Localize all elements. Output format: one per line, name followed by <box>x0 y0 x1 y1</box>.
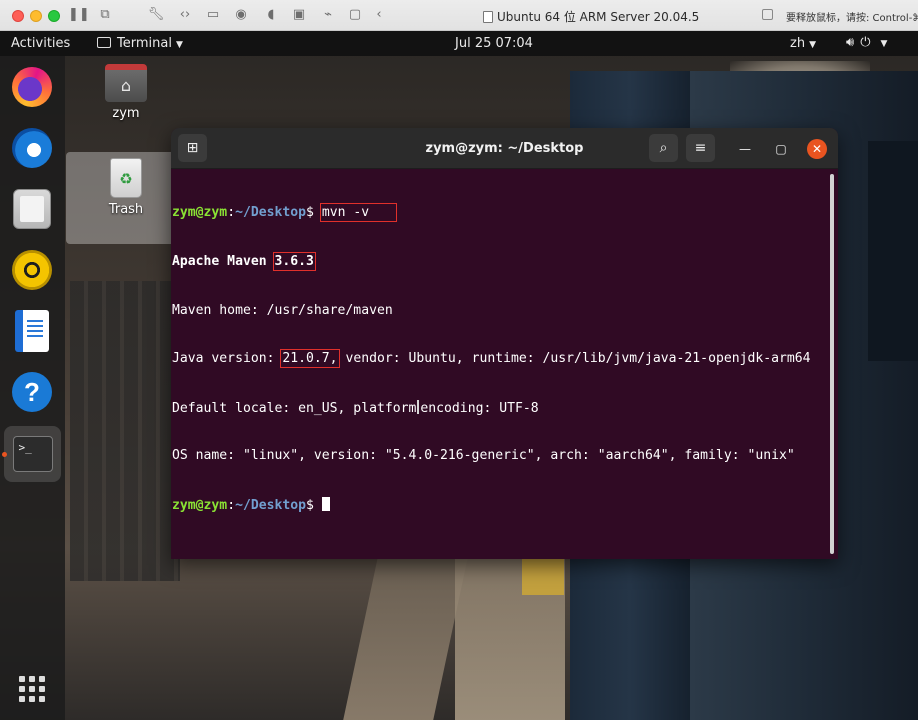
camera-icon[interactable]: ▣ <box>290 7 308 23</box>
help-icon: ? <box>12 372 52 412</box>
desktop-home-folder[interactable]: zym <box>100 64 152 121</box>
wallpaper-detail <box>868 141 918 361</box>
mac-minimize-button[interactable] <box>30 10 42 22</box>
release-mouse-icon <box>762 9 773 20</box>
chevron-down-icon: ▼ <box>880 39 894 49</box>
terminal-line: Apache Maven 3.6.3 <box>172 252 838 271</box>
screen: ❚❚ ⧉ 🔧︎ ‹› ▭ ◉ ◖ ▣ ⌁ ▢ ‹ Ubuntu 64 位 ARM… <box>0 0 918 720</box>
prompt-suffix: $ <box>306 205 322 221</box>
mac-zoom-button[interactable] <box>48 10 60 22</box>
dock-files[interactable] <box>9 186 55 232</box>
wallpaper-detail <box>340 551 470 720</box>
java-version: 21.0.7, <box>280 349 340 369</box>
files-icon <box>13 189 51 229</box>
terminal-scrollbar[interactable] <box>830 174 834 554</box>
hamburger-icon: ≡ <box>694 140 707 156</box>
trash-label: Trash <box>108 202 144 217</box>
dock: ? >_ <box>0 56 65 720</box>
text-cursor <box>321 496 330 511</box>
maximize-button[interactable]: ▢ <box>771 139 791 159</box>
java-rest: vendor: Ubuntu, runtime: /usr/lib/jvm/ja… <box>337 351 811 367</box>
user-icon[interactable]: ◉ <box>232 7 250 23</box>
terminal-icon: >_ <box>12 436 53 472</box>
terminal-line: OS name: "linux", version: "5.4.0-216-ge… <box>172 448 795 464</box>
prompt-user: zym@zym <box>172 497 228 513</box>
terminal-output[interactable]: zym@zym:~/Desktop$ mvn -v Apache Maven 3… <box>171 170 838 559</box>
desktop-trash[interactable]: Trash <box>100 158 152 217</box>
terminal-headerbar: ⊞ zym@zym: ~/Desktop ⌕ ≡ — ▢ ✕ <box>171 128 838 169</box>
dock-terminal[interactable]: >_ <box>4 426 61 482</box>
document-icon <box>483 11 493 23</box>
volume-icon: 🔊︎ <box>846 35 861 50</box>
firefox-icon <box>12 67 52 107</box>
terminal-window: ⊞ zym@zym: ~/Desktop ⌕ ≡ — ▢ ✕ zym@zym:~… <box>171 128 838 559</box>
running-indicator <box>2 452 7 457</box>
terminal-line: zym@zym:~/Desktop$ mvn -v <box>172 203 838 223</box>
java-label: Java version: <box>172 351 283 367</box>
maven-version: 3.6.3 <box>272 252 316 271</box>
code-icon[interactable]: ‹› <box>176 7 194 23</box>
dock-rhythmbox[interactable] <box>9 247 55 293</box>
speaker-icon[interactable]: ◖ <box>262 7 280 23</box>
terminal-line: Default locale: en_US, platform encoding:… <box>172 399 838 416</box>
pause-icon[interactable]: ❚❚ <box>68 7 90 23</box>
folder-share-icon[interactable]: ▢ <box>346 7 364 23</box>
app-menu-label: Terminal <box>117 36 172 51</box>
dock-help[interactable]: ? <box>9 369 55 415</box>
maven-label: Apache Maven <box>172 254 267 269</box>
rhythmbox-icon <box>12 250 52 290</box>
input-method-indicator[interactable]: zh ▼ <box>790 36 816 51</box>
terminal-line: zym@zym:~/Desktop$ <box>172 496 838 513</box>
vm-window-title: Ubuntu 64 位 ARM Server 20.04.5 <box>483 8 699 25</box>
prompt-path: ~/Desktop <box>235 497 307 513</box>
dock-libreoffice-writer[interactable] <box>9 308 55 354</box>
power-icon: ⏻ <box>860 35 877 50</box>
prompt-path: ~/Desktop <box>235 205 307 221</box>
gnome-top-bar: Activities Terminal ▼ Jul 25 07:04 zh ▼ 🔊︎… <box>0 31 918 56</box>
app-menu[interactable]: Terminal ▼ <box>97 36 183 51</box>
libreoffice-writer-icon <box>15 310 49 352</box>
dock-thunderbird[interactable] <box>9 125 55 171</box>
terminal-app-icon <box>97 37 111 48</box>
prompt-user: zym@zym <box>172 205 228 221</box>
menu-button[interactable]: ≡ <box>686 134 715 162</box>
input-method-label: zh <box>790 36 806 51</box>
dock-firefox[interactable] <box>9 64 55 110</box>
disk-icon[interactable]: ▭ <box>204 7 222 23</box>
home-folder-label: zym <box>112 106 140 121</box>
search-icon: ⌕ <box>659 140 668 156</box>
clock[interactable]: Jul 25 07:04 <box>455 36 533 51</box>
mac-close-button[interactable] <box>12 10 24 22</box>
terminal-line: Maven home: /usr/share/maven <box>172 302 393 318</box>
activities-button[interactable]: Activities <box>11 36 70 51</box>
vm-host-titlebar: ❚❚ ⧉ 🔧︎ ‹› ▭ ◉ ◖ ▣ ⌁ ▢ ‹ Ubuntu 64 位 ARM… <box>0 0 918 31</box>
usb-icon[interactable]: ⌁ <box>319 7 337 23</box>
vm-title-text: Ubuntu 64 位 ARM Server 20.04.5 <box>497 10 700 24</box>
home-folder-icon <box>105 64 147 102</box>
chevron-down-icon: ▼ <box>809 40 816 50</box>
encoding-text: encoding: UTF-8 <box>420 400 539 416</box>
chevron-left-icon[interactable]: ‹ <box>370 7 388 23</box>
wallpaper-detail <box>70 281 180 581</box>
thunderbird-icon <box>12 128 52 168</box>
prompt-suffix: $ <box>306 497 322 513</box>
wallpaper-detail <box>522 559 564 595</box>
search-button[interactable]: ⌕ <box>649 134 678 162</box>
locale-text: Default locale: en_US, platform <box>172 400 417 416</box>
show-apps-icon <box>19 676 45 702</box>
chevron-down-icon: ▼ <box>175 40 183 50</box>
close-button[interactable]: ✕ <box>807 139 827 159</box>
snapshot-icon[interactable]: ⧉ <box>96 7 114 23</box>
system-tray[interactable]: 🔊︎⏻ ▼ <box>846 35 893 50</box>
show-applications-button[interactable] <box>9 666 55 712</box>
wrench-icon[interactable]: 🔧︎ <box>147 7 165 23</box>
trash-icon <box>110 158 142 198</box>
minimize-button[interactable]: — <box>735 139 755 159</box>
release-mouse-hint: 要释放鼠标，请按: Control-⌘ <box>786 13 918 24</box>
command-text: mvn -v <box>319 203 398 223</box>
terminal-line: Java version: 21.0.7, vendor: Ubuntu, ru… <box>172 349 838 369</box>
